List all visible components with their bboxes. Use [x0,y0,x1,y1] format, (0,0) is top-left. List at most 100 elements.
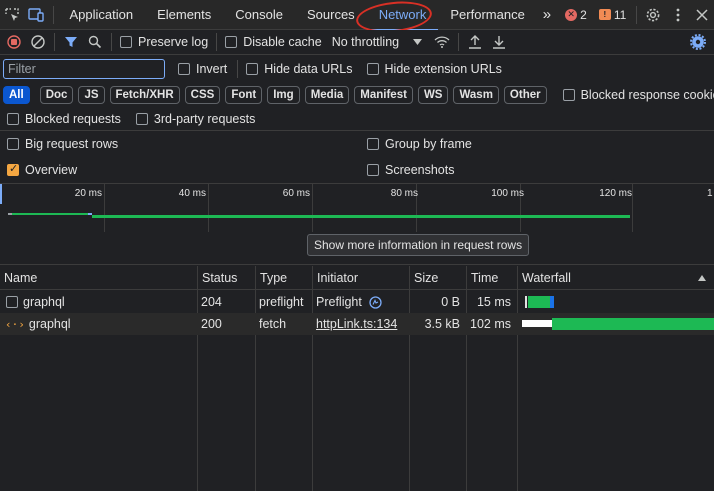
import-har-icon[interactable] [463,30,487,55]
settings-gear-icon[interactable] [641,0,665,30]
chip-css[interactable]: CSS [184,86,221,104]
initiator-link[interactable]: httpLink.ts:134 [312,313,409,335]
waterfall-bar-queue [525,296,527,308]
overview-tick [104,184,105,232]
disable-cache-box[interactable] [225,36,238,48]
device-toolbar-icon[interactable] [24,0,48,30]
hide-data-urls-checkbox[interactable]: Hide data URLs [246,62,353,76]
chip-all[interactable]: All [3,86,30,104]
export-har-icon[interactable] [487,30,511,55]
error-count-badge[interactable]: ✕ 2 [565,8,587,22]
type-cell: preflight [259,295,304,309]
request-name-cell[interactable]: graphql [0,291,197,313]
chip-manifest[interactable]: Manifest [354,86,413,104]
throttling-select[interactable]: No throttling [332,35,423,49]
column-header-time[interactable]: Time [466,266,517,290]
more-tabs-icon[interactable]: » [537,0,557,30]
overview-tick [312,184,313,232]
group-by-frame-checkbox[interactable]: Group by frame [367,137,472,151]
chip-other[interactable]: Other [503,86,547,104]
warning-count: 11 [613,7,627,22]
waterfall-label: Waterfall [522,271,571,285]
devtools-tabbar: Application Elements Console Sources Net… [0,0,714,31]
overview-box-checked[interactable] [7,162,19,176]
inspect-element-icon[interactable] [0,0,24,30]
close-devtools-icon[interactable] [690,0,714,30]
overview-tick-label: 20 ms [74,188,102,199]
request-name-cell[interactable]: ‹·› graphql [0,313,197,335]
chip-doc[interactable]: Doc [39,86,74,104]
more-options-icon[interactable] [666,0,690,30]
tab-network[interactable]: Network [366,0,439,31]
filter-divider [237,60,239,78]
tab-application[interactable]: Application [57,0,145,30]
blocked-response-cookies-box[interactable] [562,89,575,101]
chip-js[interactable]: JS [78,86,105,104]
tab-elements[interactable]: Elements [145,0,223,30]
waterfall-bar-download [550,296,554,308]
invert-checkbox[interactable]: Invert [178,62,227,76]
filter-funnel-icon[interactable] [59,30,83,55]
warning-count-badge[interactable]: ! 11 [598,7,627,22]
hide-data-urls-label: Hide data URLs [264,62,353,76]
column-header-size[interactable]: Size [409,266,466,290]
network-conditions-icon[interactable] [430,30,454,55]
column-header-status[interactable]: Status [197,266,255,290]
record-stop-icon[interactable] [2,30,26,55]
blocked-requests-box[interactable] [7,113,19,125]
group-by-frame-box[interactable] [367,138,379,150]
chip-font[interactable]: Font [225,86,263,104]
big-request-rows-box[interactable] [7,138,19,150]
disable-cache-checkbox[interactable]: Disable cache [225,35,322,49]
request-name: graphql [23,295,65,309]
fetch-xhr-icon: ‹·› [5,317,25,331]
big-request-rows-checkbox[interactable]: Big request rows [7,137,367,151]
hide-extension-urls-label: Hide extension URLs [384,62,502,76]
hide-extension-urls-box[interactable] [366,63,379,75]
third-party-requests-box[interactable] [135,113,148,125]
overview-tick-label: 80 ms [390,188,418,199]
chip-fetch-xhr[interactable]: Fetch/XHR [109,86,180,104]
request-name: graphql [28,317,71,331]
screenshots-box[interactable] [367,164,379,176]
overview-tick-label: 100 ms [491,188,524,199]
blocked-response-cookies-checkbox[interactable]: Blocked response cookies [562,88,714,102]
filter-placeholder: Filter [8,62,36,76]
network-overview-timeline[interactable]: 20 ms 40 ms 60 ms 80 ms 100 ms 120 ms 1 … [0,183,714,265]
table-row[interactable]: ‹·› graphql 200 fetch httpLink.ts:134 3.… [0,313,714,335]
blocked-requests-checkbox[interactable]: Blocked requests [7,112,121,126]
size-cell: 3.5 kB [424,317,460,331]
tab-sources[interactable]: Sources [295,0,367,30]
disable-cache-label: Disable cache [243,35,322,49]
preserve-log-box[interactable] [120,36,132,48]
overview-left-handle[interactable] [0,184,2,204]
hide-data-urls-box[interactable] [246,63,259,75]
table-row[interactable]: graphql 204 preflight Preflight 0 B 15 m… [0,291,714,313]
chip-media[interactable]: Media [304,86,350,104]
column-header-initiator[interactable]: Initiator [312,266,409,290]
time-cell: 102 ms [470,317,511,331]
tab-performance[interactable]: Performance [438,0,536,30]
overview-checkbox[interactable]: Overview [7,162,367,177]
third-party-requests-checkbox[interactable]: 3rd-party requests [135,112,255,126]
tab-console[interactable]: Console [223,0,295,30]
preserve-log-checkbox[interactable]: Preserve log [120,35,208,49]
filter-input[interactable]: Filter [3,59,165,79]
chip-ws[interactable]: WS [417,86,449,104]
preflight-link-icon[interactable] [369,295,382,309]
column-header-type[interactable]: Type [255,266,312,290]
initiator-cell: Preflight [312,291,409,313]
invert-box[interactable] [178,63,190,75]
network-settings-gear-icon[interactable] [686,30,710,55]
column-header-waterfall[interactable]: Waterfall [517,266,714,290]
clear-icon[interactable] [26,30,50,55]
blocked-response-cookies-label: Blocked response cookies [580,88,714,102]
screenshots-checkbox[interactable]: Screenshots [367,163,454,177]
column-header-name[interactable]: Name [0,266,197,290]
chip-img[interactable]: Img [267,86,300,104]
search-icon[interactable] [83,30,107,55]
blocked-requests-label: Blocked requests [25,112,121,126]
chip-wasm[interactable]: Wasm [453,86,499,104]
screenshots-label: Screenshots [385,163,455,177]
hide-extension-urls-checkbox[interactable]: Hide extension URLs [366,62,502,76]
